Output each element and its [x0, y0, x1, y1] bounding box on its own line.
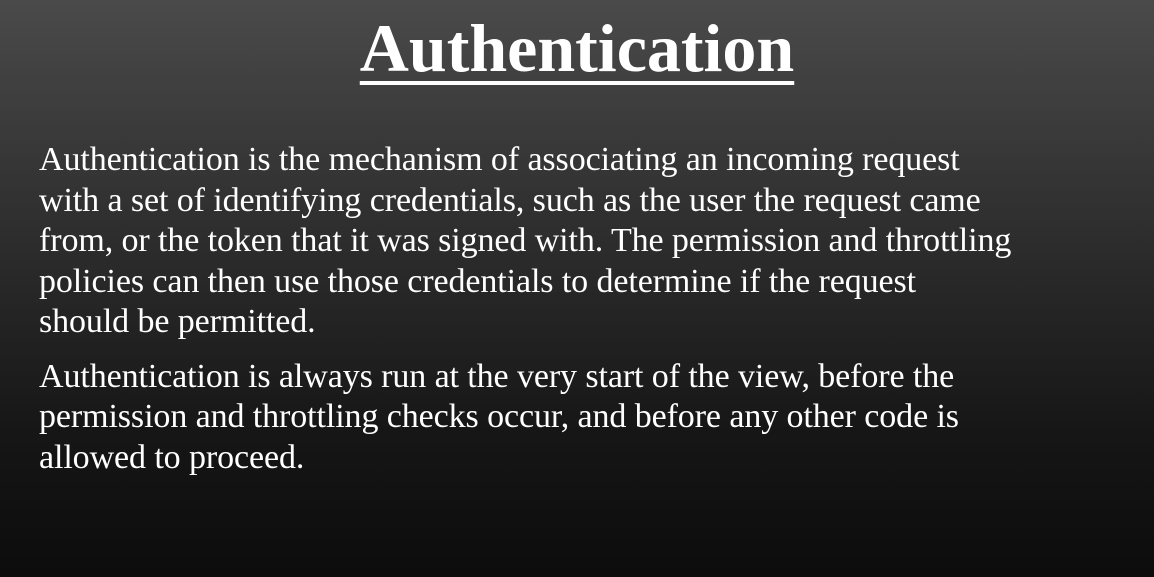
paragraph-1-line-4: policies can then use those credentials … [39, 262, 916, 300]
paragraph-1-line-2: with a set of identifying credentials, s… [39, 181, 981, 219]
paragraph-1-line-1: Authentication is the mechanism of assoc… [39, 141, 960, 178]
paragraph-1: Authentication is the mechanism of assoc… [39, 140, 1139, 343]
slide-body: Authentication is the mechanism of assoc… [39, 140, 1139, 492]
slide-title: Authentication [0, 12, 1154, 84]
paragraph-1-line-5: should be permitted. [39, 303, 316, 340]
paragraph-2-line-1: Authentication is always run at the very… [39, 357, 955, 395]
slide: Authentication Authentication is the mec… [0, 0, 1154, 577]
paragraph-2-line-2: permission and throttling checks occur, … [39, 398, 959, 435]
paragraph-2-line-3: allowed to proceed. [39, 438, 305, 476]
paragraph-1-line-3: from, or the token that it was signed wi… [39, 222, 1012, 259]
paragraph-2: Authentication is always run at the very… [39, 357, 1139, 479]
slide-title-text: Authentication [359, 10, 795, 86]
